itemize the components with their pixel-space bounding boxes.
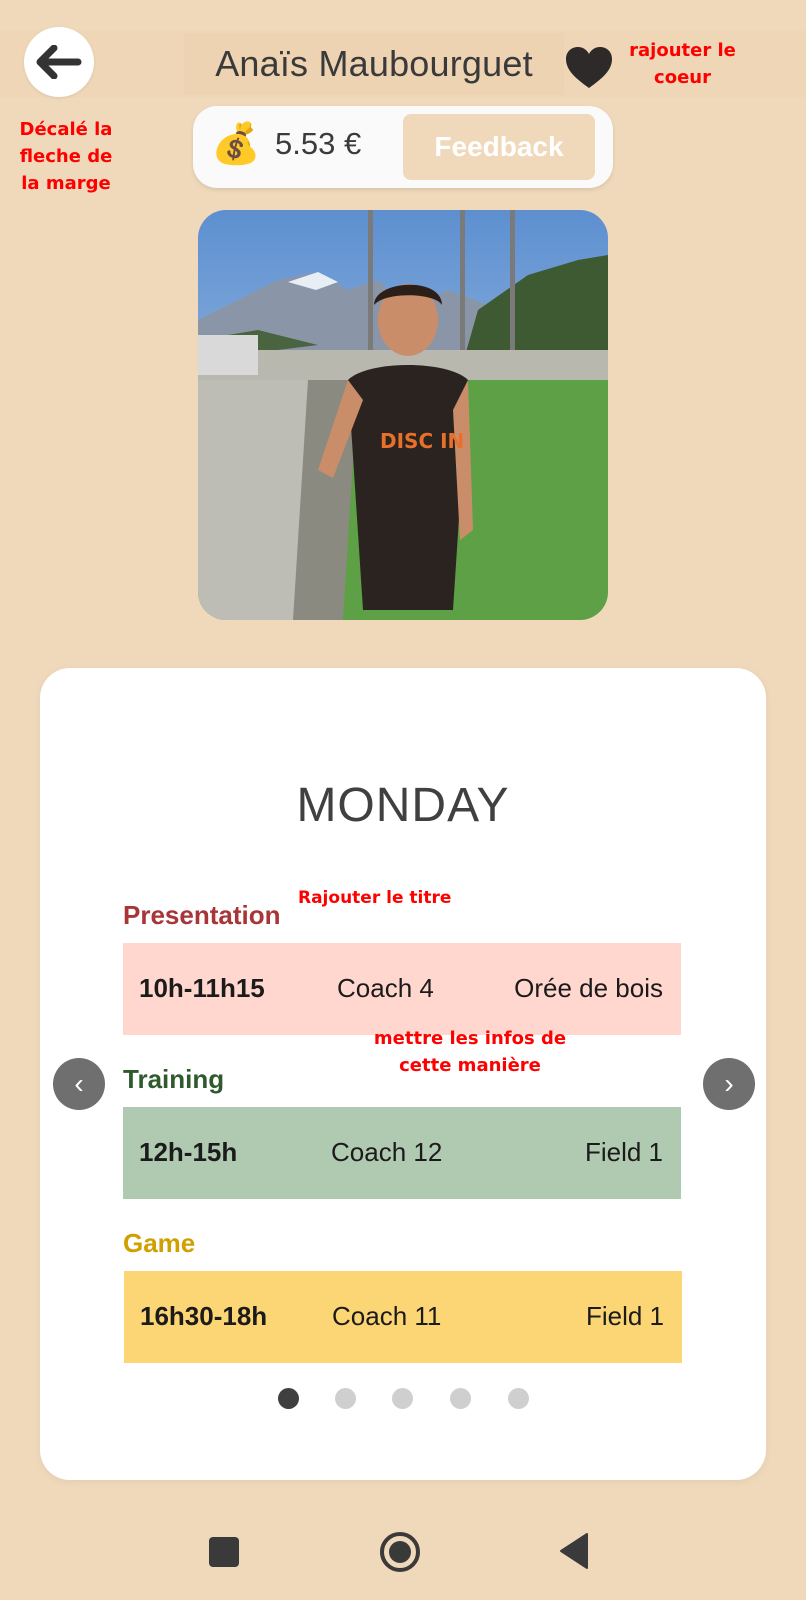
- session-place: Field 1: [584, 1137, 663, 1167]
- page-dot-3[interactable]: [392, 1388, 413, 1409]
- session-place: Field 1: [585, 1301, 664, 1331]
- feedback-button[interactable]: Feedback: [403, 114, 595, 180]
- session-time: 12h-15h: [139, 1137, 238, 1167]
- chevron-left-icon: ‹: [74, 1068, 84, 1099]
- profile-photo: DISC IN: [198, 210, 608, 620]
- wallet-panel: 💰 5.53 € Feedback: [193, 106, 613, 188]
- page-dot-2[interactable]: [335, 1388, 356, 1409]
- section-label-training: Training: [123, 1064, 225, 1094]
- annotation-arrow: Décalé la fleche de la marge: [19, 119, 113, 194]
- session-coach: Coach 4: [337, 973, 434, 1003]
- section-label-presentation: Presentation: [123, 900, 281, 930]
- system-nav-bar: [0, 1502, 806, 1600]
- session-row-game[interactable]: 16h30-18h Coach 11 Field 1: [124, 1271, 682, 1363]
- page-dot-4[interactable]: [450, 1388, 471, 1409]
- circle-home-icon[interactable]: [378, 1530, 422, 1574]
- session-coach: Coach 12: [331, 1137, 443, 1167]
- arrow-left-icon: [36, 45, 82, 79]
- session-row-training[interactable]: 12h-15h Coach 12 Field 1: [123, 1107, 681, 1199]
- section-label-game: Game: [123, 1228, 196, 1258]
- prev-day-button[interactable]: ‹: [53, 1058, 105, 1110]
- annotation-heart: rajouter le coeur: [629, 40, 736, 88]
- page-dot-1[interactable]: [278, 1388, 299, 1409]
- square-icon[interactable]: [208, 1536, 240, 1568]
- chevron-right-icon: ›: [724, 1068, 734, 1099]
- svg-text:DISC IN: DISC IN: [380, 429, 464, 453]
- user-name: Anaïs Maubourguet: [215, 43, 533, 84]
- user-name-header: Anaïs Maubourguet: [184, 33, 564, 95]
- session-place: Orée de bois: [514, 973, 663, 1003]
- heart-icon[interactable]: [565, 46, 613, 90]
- pagination-dots: [40, 1388, 766, 1410]
- page-dot-5[interactable]: [508, 1388, 529, 1409]
- day-title: MONDAY: [296, 779, 510, 832]
- back-button[interactable]: [24, 27, 94, 97]
- annotation-info: mettre les infos de cette manière: [373, 1028, 567, 1076]
- wallet-amount: 5.53 €: [275, 126, 362, 161]
- annotation-title: Rajouter le titre: [298, 888, 452, 908]
- triangle-back-icon[interactable]: [558, 1532, 590, 1570]
- session-time: 10h-11h15: [139, 973, 265, 1003]
- session-coach: Coach 11: [332, 1301, 442, 1331]
- session-row-presentation[interactable]: 10h-11h15 Coach 4 Orée de bois: [123, 943, 681, 1035]
- session-time: 16h30-18h: [140, 1301, 268, 1331]
- money-bag-icon: 💰: [211, 122, 261, 166]
- next-day-button[interactable]: ›: [703, 1058, 755, 1110]
